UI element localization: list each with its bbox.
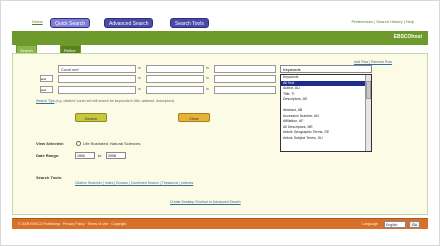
language-label: Language [362, 222, 378, 226]
row-links[interactable]: Add Row | Remove Row [354, 60, 392, 64]
field-input-2[interactable] [146, 75, 204, 83]
field-option[interactable]: Article Subject Terms, SU [281, 136, 371, 142]
field-input-3[interactable] [146, 86, 204, 94]
search-hint-text: (e.g. citation* coral reef will search f… [54, 99, 175, 103]
field-label-3: in [138, 87, 141, 91]
field-label-2b: in [206, 76, 209, 80]
home-link[interactable]: Home [32, 19, 43, 24]
date-to-label: to [98, 153, 102, 158]
tab-quick-search[interactable]: Quick Search [50, 18, 91, 28]
brand-title: EBSCOhost [393, 34, 422, 40]
field-dropdown-list[interactable]: Keywords All Text Author, AU Title, TI D… [280, 74, 372, 152]
db-label: View Selected: [36, 141, 64, 146]
language-go-button[interactable]: Go [409, 221, 420, 228]
date-to-select[interactable]: 2008 [106, 152, 126, 159]
header-links[interactable]: Preferences | Search History | Help [351, 19, 414, 24]
operator-select-3[interactable]: and [40, 86, 53, 93]
search-tools-links[interactable]: Citation Searcher | Index | Browse | Com… [75, 181, 193, 185]
field-label-2: in [138, 76, 141, 80]
top-nav: Home Quick Search Advanced Search Search… [32, 18, 414, 30]
field-input-1[interactable] [146, 65, 204, 73]
tools-label: Search Tools: [36, 175, 63, 180]
field-input-3b[interactable] [214, 86, 276, 94]
tab-advanced-search[interactable]: Advanced Search [104, 18, 154, 28]
field-input-1b[interactable] [214, 65, 276, 73]
date-label: Date Range: [36, 153, 60, 158]
scrollbar-thumb[interactable] [366, 81, 371, 99]
field-dropdown[interactable]: Keywords [280, 65, 372, 73]
query-input-1[interactable]: Coral reef [58, 65, 136, 73]
clear-button[interactable]: Clear [178, 113, 210, 122]
footer-bar: © 2008 EBSCO Publishing · Privacy Policy… [12, 218, 428, 229]
field-label-1: in [138, 66, 141, 70]
header-band: EBSCOhost [12, 31, 428, 45]
field-label-1b: in [206, 66, 209, 70]
query-input-2[interactable] [58, 75, 136, 83]
search-tips-link[interactable]: Search Tips [36, 99, 54, 103]
field-label-3b: in [206, 87, 209, 91]
dropdown-scrollbar[interactable] [365, 75, 371, 151]
db-value: Life Illustrated: Natural Sciences [83, 141, 141, 146]
tab-search-tools[interactable]: Search Tools [170, 18, 209, 28]
db-radio[interactable] [76, 141, 81, 146]
search-hint: Search Tips (e.g. citation* coral reef w… [36, 99, 174, 103]
field-input-2b[interactable] [214, 75, 276, 83]
footer-text[interactable]: © 2008 EBSCO Publishing · Privacy Policy… [18, 222, 126, 226]
operator-select-2[interactable]: and [40, 75, 53, 82]
date-from-select[interactable]: 1900 [75, 152, 95, 159]
shortcut-link[interactable]: Create Desktop Shortcut to Advanced Sear… [170, 200, 241, 204]
search-button[interactable]: Search [75, 113, 107, 122]
query-input-3[interactable] [58, 86, 136, 94]
language-select[interactable]: English [384, 221, 406, 228]
